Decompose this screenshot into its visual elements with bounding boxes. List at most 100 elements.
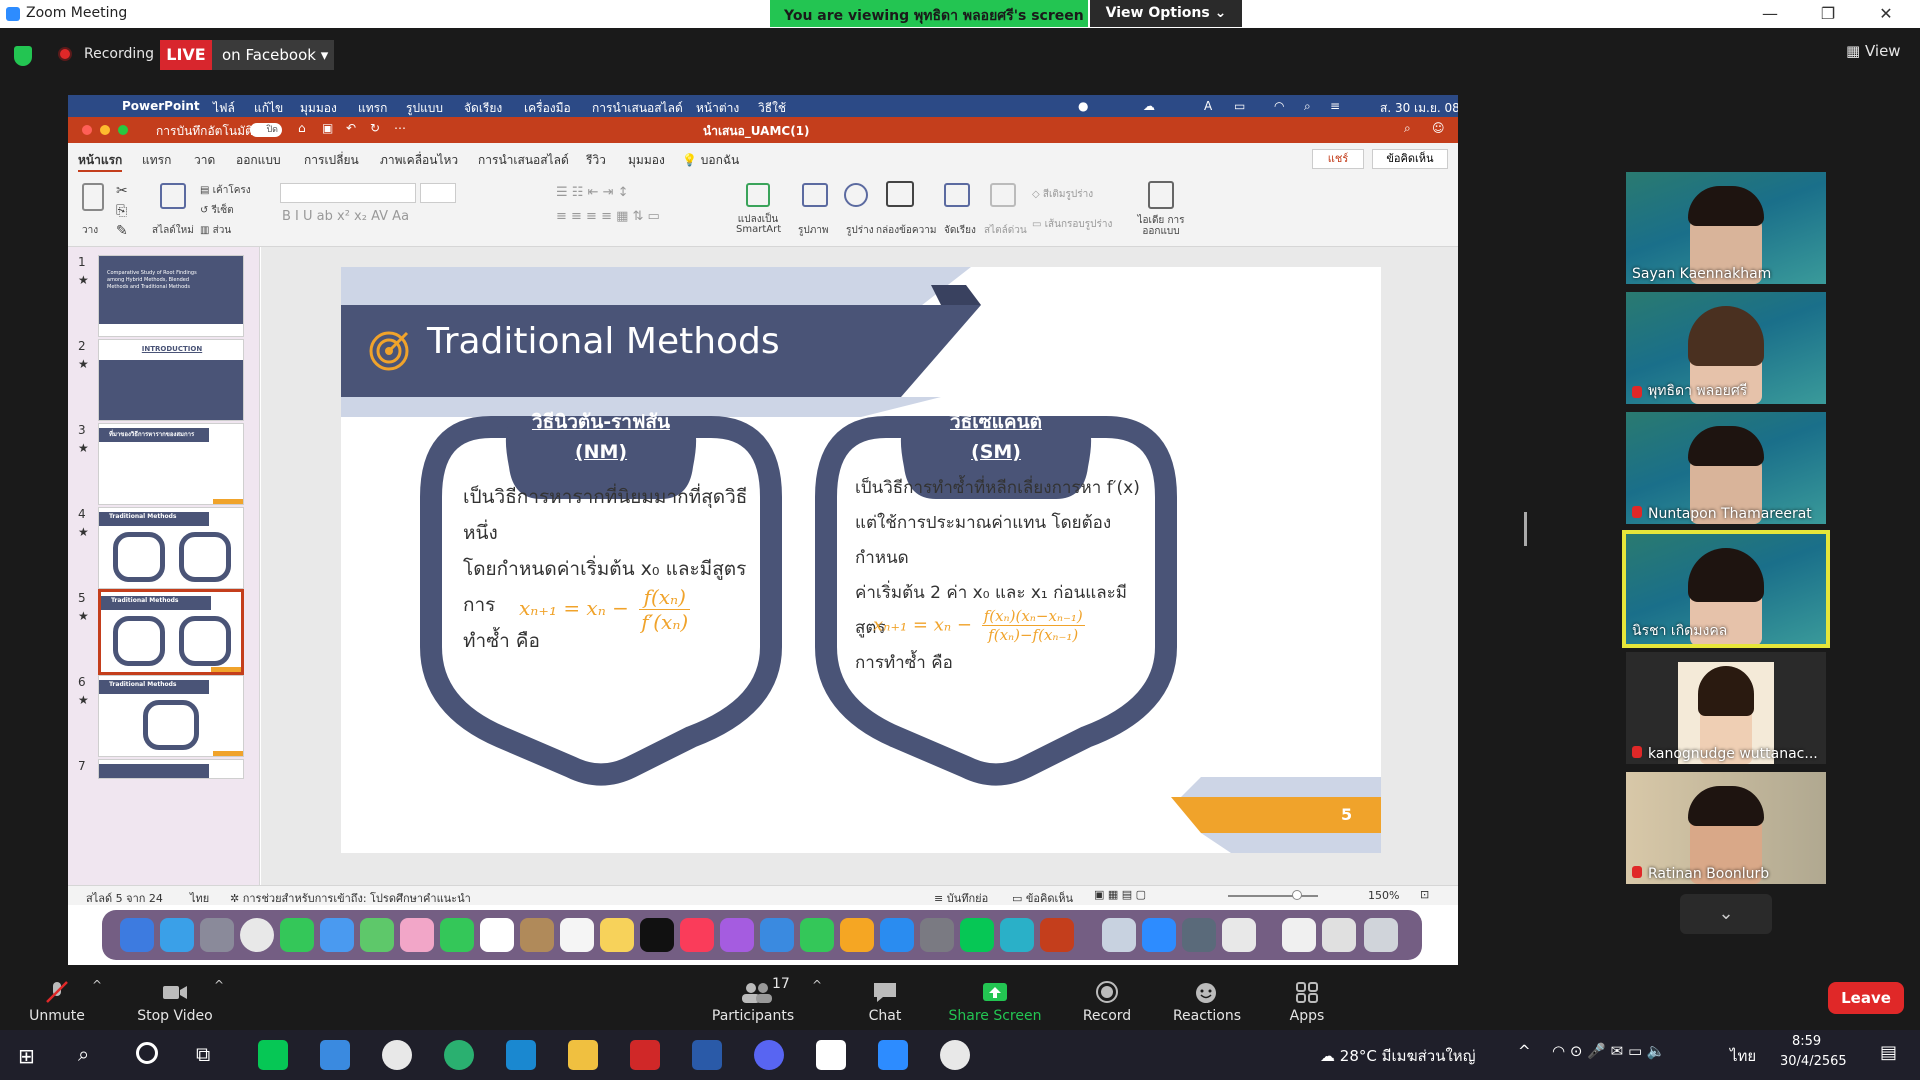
edge-taskbar-icon[interactable] — [444, 1040, 474, 1070]
participants-button[interactable]: Participants — [698, 972, 808, 1030]
participant-tile-active-speaker[interactable]: นิรชา เกิดมงคล — [1622, 530, 1830, 648]
restore-icon[interactable]: ❐ — [1810, 2, 1846, 26]
trash-icon[interactable] — [1364, 918, 1398, 952]
menu-edit[interactable]: แก้ไข — [254, 99, 283, 118]
new-slide-icon[interactable] — [160, 183, 186, 209]
save-icon[interactable]: ▣ — [322, 121, 333, 135]
slide-thumbnail-1[interactable]: Comparative Study of Root Findings among… — [98, 255, 244, 337]
keyboard-icon[interactable]: A — [1204, 99, 1212, 113]
align-icons[interactable]: ≡ ≡ ≡ ≡ ▦ ⇅ ▭ — [556, 209, 660, 224]
facetime-icon[interactable] — [440, 918, 474, 952]
share-person-icon[interactable]: ☺ — [1432, 121, 1445, 135]
system-preferences-icon[interactable] — [920, 918, 954, 952]
participant-tile[interactable]: พุทธิดา พลอยศรี — [1626, 292, 1826, 404]
menu-file[interactable]: ไฟล์ — [213, 99, 235, 118]
design-ideas-icon[interactable] — [1148, 181, 1174, 209]
close-icon[interactable]: ✕ — [1868, 2, 1904, 26]
tab-view[interactable]: มุมมอง — [628, 151, 665, 170]
record-button[interactable]: Record — [1052, 972, 1162, 1030]
music-icon[interactable] — [680, 918, 714, 952]
picture-icon[interactable] — [802, 183, 828, 207]
mail-icon[interactable] — [320, 918, 354, 952]
menu-tools[interactable]: เครื่องมือ — [524, 99, 571, 118]
battery-icon[interactable]: ▭ — [1234, 99, 1245, 113]
mac-minimize-icon[interactable] — [100, 125, 110, 135]
numbers-icon[interactable] — [800, 918, 834, 952]
chrome-icon[interactable] — [240, 918, 274, 952]
comments-button[interactable]: ข้อคิดเห็น — [1372, 149, 1448, 169]
mac-zoom-icon[interactable] — [118, 125, 128, 135]
shape-outline-button[interactable]: ▭ เส้นกรอบรูปร่าง — [1032, 217, 1112, 232]
format-painter-icon[interactable]: ✎ — [116, 223, 128, 239]
chrome-profile-icon[interactable] — [940, 1040, 970, 1070]
minimize-icon[interactable]: — — [1752, 2, 1788, 26]
cortana-icon[interactable] — [136, 1042, 158, 1064]
notes-app-icon[interactable] — [600, 918, 634, 952]
photos-icon[interactable] — [400, 918, 434, 952]
line-icon[interactable]: ● — [1078, 99, 1088, 113]
font-size-select[interactable] — [420, 183, 456, 203]
paste-icon[interactable] — [82, 183, 104, 211]
menu-slideshow[interactable]: การนำเสนอสไลด์ — [592, 99, 683, 118]
search-icon[interactable]: ⌕ — [1404, 121, 1411, 136]
zoom-taskbar-icon[interactable] — [878, 1040, 908, 1070]
textbox-icon[interactable] — [886, 181, 914, 207]
arrange-icon[interactable] — [944, 183, 970, 207]
spotlight-search-icon[interactable]: ⌕ — [1304, 99, 1311, 114]
podcasts-icon[interactable] — [720, 918, 754, 952]
menu-arrange[interactable]: จัดเรียง — [464, 99, 502, 118]
task-view-icon[interactable]: ⧉ — [196, 1042, 210, 1066]
word-icon[interactable] — [692, 1040, 722, 1070]
layout-button[interactable]: ▤ เค้าโครง — [200, 183, 251, 198]
menu-format[interactable]: รูปแบบ — [406, 99, 443, 118]
cloud-icon[interactable]: ☁ — [1143, 99, 1155, 113]
folder-icon[interactable] — [1322, 918, 1356, 952]
tray-icons[interactable]: ◠ ⊙ 🎤 ✉ ▭ 🔈 — [1552, 1042, 1666, 1060]
view-mode-icons[interactable]: ▣ ▦ ▤ ▢ — [1094, 888, 1146, 901]
status-comments-button[interactable]: ▭ ข้อคิดเห็น — [1012, 889, 1073, 907]
tab-design[interactable]: ออกแบบ — [236, 151, 281, 170]
wifi-icon[interactable]: ◠ — [1274, 99, 1284, 113]
undo-icon[interactable]: ↶ — [346, 121, 356, 135]
apple-tv-icon[interactable] — [640, 918, 674, 952]
tab-home[interactable]: หน้าแรก — [78, 151, 123, 172]
quicktime-icon[interactable] — [1182, 918, 1216, 952]
shape-icon[interactable] — [844, 183, 868, 207]
slide-thumbnail-2[interactable]: INTRODUCTION — [98, 339, 244, 421]
menu-help[interactable]: วิธีใช้ — [758, 99, 786, 118]
safari-icon[interactable] — [160, 918, 194, 952]
home-icon[interactable]: ⌂ — [298, 121, 306, 135]
slide-thumbnail-5[interactable]: Traditional Methods — [98, 589, 244, 675]
share-button[interactable]: แชร์ — [1312, 149, 1364, 169]
participant-tile[interactable]: kanognudge wuttanac... — [1626, 652, 1826, 764]
security-shield-icon[interactable] — [14, 46, 32, 66]
participant-tile[interactable]: Nuntapon Thamareerat — [1626, 412, 1826, 524]
fit-slide-icon[interactable]: ⊡ — [1420, 888, 1429, 901]
weather-widget[interactable]: ☁ 28°C มีเมฆส่วนใหญ่ — [1320, 1044, 1475, 1068]
live-target-dropdown[interactable]: on Facebook ▾ — [212, 40, 334, 70]
reactions-button[interactable]: Reactions — [1152, 972, 1262, 1030]
participants-caret-icon[interactable]: ^ — [812, 978, 822, 992]
reminders-icon[interactable] — [560, 918, 594, 952]
line-app-icon[interactable] — [960, 918, 994, 952]
clock-time[interactable]: 8:59 — [1792, 1034, 1821, 1049]
audio-options-caret-icon[interactable]: ^ — [92, 978, 102, 992]
zoom-slider-thumb[interactable] — [1292, 890, 1302, 900]
matlab-icon[interactable] — [1000, 918, 1034, 952]
onenote-icon[interactable] — [816, 1040, 846, 1070]
slide-thumbnail-6[interactable]: Traditional Methods — [98, 675, 244, 757]
file-explorer-icon[interactable] — [568, 1040, 598, 1070]
chrome-taskbar-icon[interactable] — [382, 1040, 412, 1070]
launchpad-icon[interactable] — [200, 918, 234, 952]
menu-view[interactable]: มุมมอง — [300, 99, 337, 118]
menu-powerpoint[interactable]: PowerPoint — [122, 99, 200, 113]
slide-thumbnail-7[interactable] — [98, 759, 244, 779]
list-icons[interactable]: ☰ ☷ ⇤ ⇥ ↕ — [556, 185, 629, 200]
slide-thumbnail-4[interactable]: Traditional Methods — [98, 507, 244, 589]
slide-thumbnail-3[interactable]: ที่มาของวิธีการหารากของสมการ — [98, 423, 244, 505]
zoom-app-icon[interactable] — [1142, 918, 1176, 952]
app-store-icon[interactable] — [880, 918, 914, 952]
participant-tile[interactable]: Ratinan Boonlurb — [1626, 772, 1826, 884]
chat-button[interactable]: Chat — [830, 972, 940, 1030]
pages-icon[interactable] — [840, 918, 874, 952]
